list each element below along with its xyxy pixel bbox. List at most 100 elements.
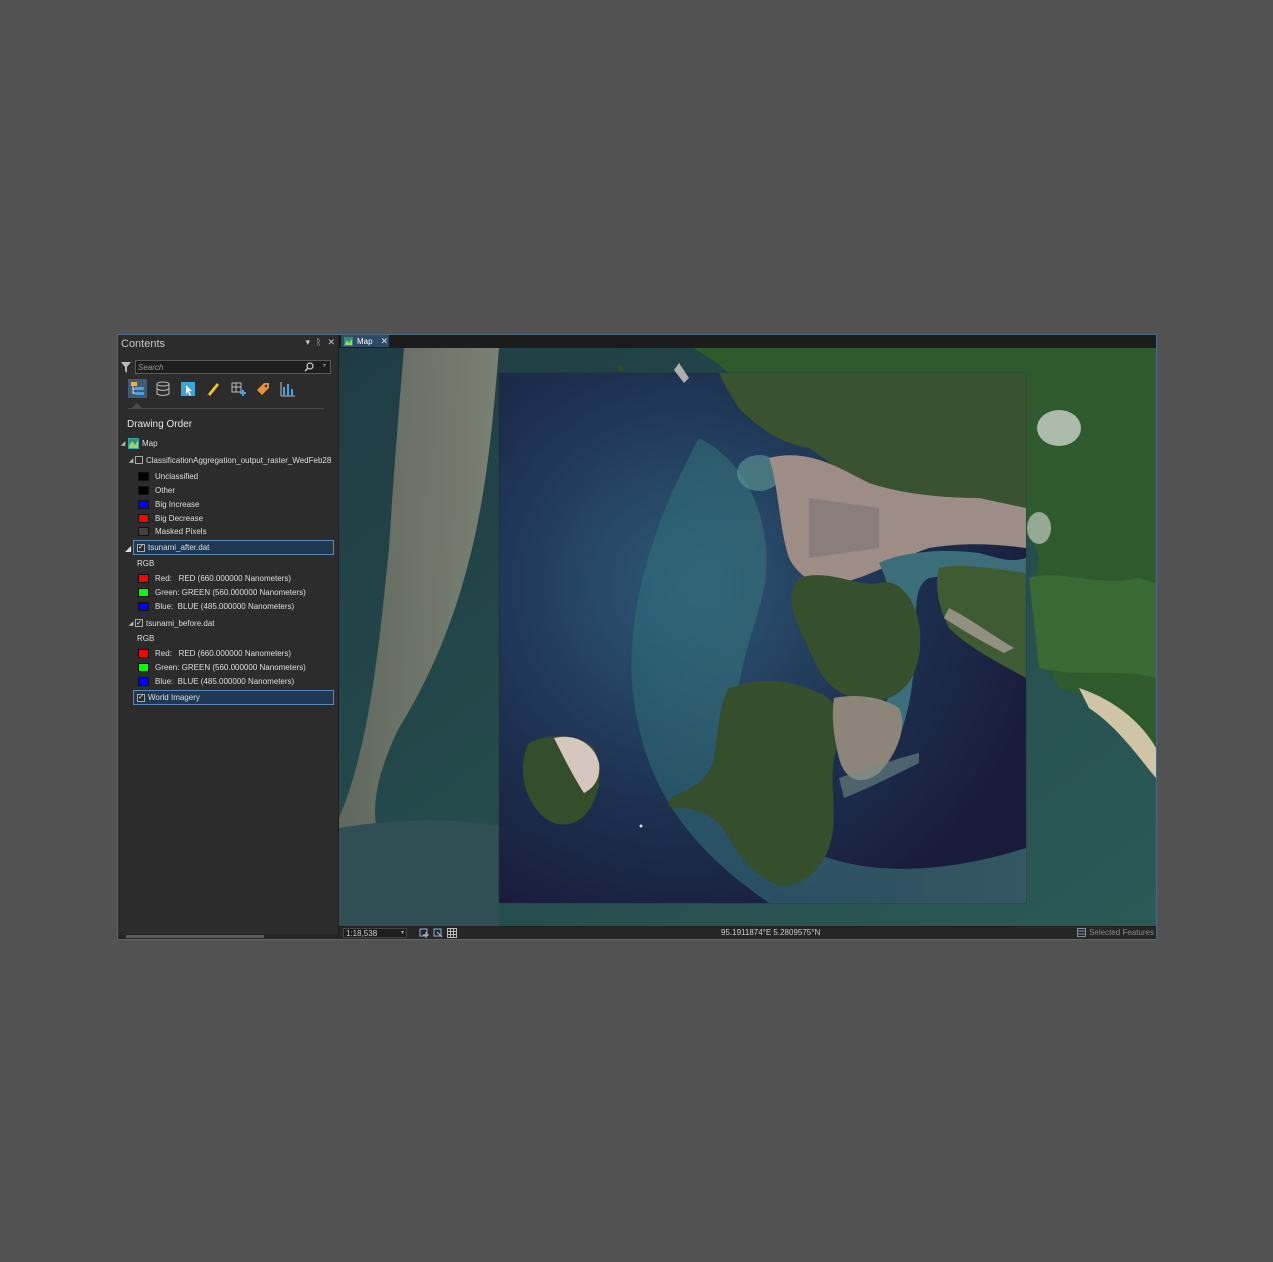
layer-visibility-checkbox[interactable]: ✓ (137, 543, 145, 552)
close-tab-icon[interactable]: ✕ (381, 336, 389, 347)
band-label: Red: RED (660.000000 Nanometers) (155, 573, 292, 583)
contents-pane: Contents ▾ ᚱ ✕ ▾ (118, 335, 339, 939)
band-swatch (138, 662, 149, 672)
fixed-zoom-icon[interactable] (419, 928, 429, 938)
band-label: Green: GREEN (560.000000 Nanometers) (155, 662, 306, 672)
legend-label: Other (155, 485, 176, 495)
cloud (1037, 410, 1081, 446)
legend-swatch (138, 485, 149, 495)
band-swatch (138, 601, 149, 611)
band-label: Red: RED (660.000000 Nanometers) (155, 648, 292, 658)
grid-icon[interactable] (447, 928, 457, 938)
scale-selector[interactable]: 1:18,538 ▾ (343, 928, 407, 938)
selected-features-button[interactable]: Selected Features (1077, 928, 1154, 937)
band-item: Green: GREEN (560.000000 Nanometers) (138, 660, 306, 674)
toolbar-divider (128, 408, 324, 409)
tab-label: Map (357, 336, 373, 346)
collapse-arrow-icon[interactable]: ◢ (119, 440, 127, 447)
rgb-heading: RGB (137, 558, 155, 568)
legend-swatch (138, 499, 149, 509)
list-by-editing-icon[interactable] (203, 379, 222, 398)
filter-icon[interactable] (121, 362, 131, 373)
list-by-charts-icon[interactable] (278, 379, 297, 398)
band-item: Red: RED (660.000000 Nanometers) (138, 571, 291, 585)
status-tools (419, 928, 457, 938)
pane-options-icon[interactable]: ▾ (306, 337, 311, 348)
legend-label: Masked Pixels (155, 526, 207, 536)
band-swatch (138, 587, 149, 597)
collapse-arrow-icon[interactable]: ◢ (127, 620, 135, 627)
pin-icon[interactable]: ᚱ (316, 337, 321, 348)
list-by-labeling-icon[interactable] (253, 379, 272, 398)
layer-visibility-checkbox[interactable]: ✓ (137, 693, 145, 702)
map-view: Map ✕ 1:18,538 ▾ 95.1911874°E 5.2809575°… (339, 335, 1156, 939)
band-item: Blue: BLUE (485.000000 Nanometers) (138, 674, 294, 688)
layer-world-imagery[interactable]: ✓ World Imagery (133, 690, 334, 705)
legend-swatch (138, 513, 149, 523)
layer-tsunami-after[interactable]: ✓ tsunami_after.dat (133, 540, 334, 555)
map-icon (344, 336, 353, 346)
band-swatch (138, 676, 149, 686)
contents-title: Contents (121, 338, 166, 350)
layer-name: ClassificationAggregation_output_raster_… (146, 455, 332, 465)
legend-item: Masked Pixels (138, 524, 207, 538)
band-label: Blue: BLUE (485.000000 Nanometers) (155, 676, 295, 686)
legend-label: Big Decrease (155, 513, 204, 523)
band-swatch (138, 648, 149, 658)
tree-item-map[interactable]: ◢ Map (119, 436, 158, 450)
list-by-drawing-order-icon[interactable] (128, 379, 147, 398)
pane-controls: ▾ ᚱ ✕ (306, 337, 335, 348)
scale-value: 1:18,538 (346, 929, 378, 938)
navigator-icon[interactable] (433, 928, 443, 938)
horizontal-scrollbar[interactable] (118, 934, 338, 939)
legend-item: Big Increase (138, 497, 199, 511)
collapse-arrow-icon[interactable]: ◢ (125, 541, 131, 555)
status-bar: 1:18,538 ▾ 95.1911874°E 5.2809575°N Sele… (339, 927, 1156, 939)
legend-label: Big Increase (155, 499, 200, 509)
arcgis-pro-window: Contents ▾ ᚱ ✕ ▾ (117, 334, 1157, 940)
cloud (1027, 512, 1051, 544)
list-by-snapping-icon[interactable] (228, 379, 247, 398)
band-item: Blue: BLUE (485.000000 Nanometers) (138, 599, 294, 613)
chevron-down-icon: ▾ (400, 930, 404, 936)
legend-swatch (138, 526, 149, 536)
selection-table-icon (1077, 928, 1087, 937)
layer-name: World Imagery (148, 693, 200, 702)
layer-classification-aggregation[interactable]: ◢ ClassificationAggregation_output_raste… (127, 453, 332, 467)
layer-tsunami-before[interactable]: ◢ ✓ tsunami_before.dat (127, 616, 215, 630)
layer-visibility-checkbox[interactable]: ✓ (135, 619, 143, 627)
close-pane-icon[interactable]: ✕ (327, 337, 335, 348)
legend-label: Unclassified (155, 471, 199, 481)
band-label: Green: GREEN (560.000000 Nanometers) (155, 587, 306, 597)
search-options-icon[interactable]: ▾ (323, 362, 326, 369)
list-by-source-icon[interactable] (153, 379, 172, 398)
basemap-forest (1029, 575, 1156, 678)
scrollbar-thumb[interactable] (126, 935, 264, 938)
legend-item: Unclassified (138, 469, 198, 483)
map-icon (128, 437, 139, 449)
tab-map[interactable]: Map ✕ (341, 335, 389, 347)
layer-visibility-checkbox[interactable] (135, 456, 143, 464)
coordinate-readout: 95.1911874°E 5.2809575°N (721, 928, 821, 937)
contents-toolbar (128, 379, 297, 398)
map-canvas[interactable] (339, 348, 1156, 926)
search-field[interactable]: ▾ (135, 360, 331, 374)
legend-item: Big Decrease (138, 511, 203, 525)
search-input[interactable] (138, 361, 303, 373)
map-tab-bar: Map ✕ (339, 335, 1156, 347)
layer-name: tsunami_before.dat (146, 618, 215, 628)
list-by-selection-icon[interactable] (178, 379, 197, 398)
search-icon[interactable] (304, 362, 314, 372)
map-label: Map (142, 438, 158, 448)
rgb-heading: RGB (137, 633, 155, 643)
legend-item: Other (138, 483, 175, 497)
band-swatch (138, 573, 149, 583)
selected-features-label: Selected Features (1089, 928, 1154, 937)
band-label: Blue: BLUE (485.000000 Nanometers) (155, 601, 295, 611)
collapse-arrow-icon[interactable]: ◢ (127, 457, 135, 464)
band-item: Red: RED (660.000000 Nanometers) (138, 646, 291, 660)
band-item: Green: GREEN (560.000000 Nanometers) (138, 585, 306, 599)
basemap-south-sea (339, 820, 499, 926)
drawing-order-heading: Drawing Order (127, 419, 193, 430)
layer-name: tsunami_after.dat (148, 543, 210, 552)
